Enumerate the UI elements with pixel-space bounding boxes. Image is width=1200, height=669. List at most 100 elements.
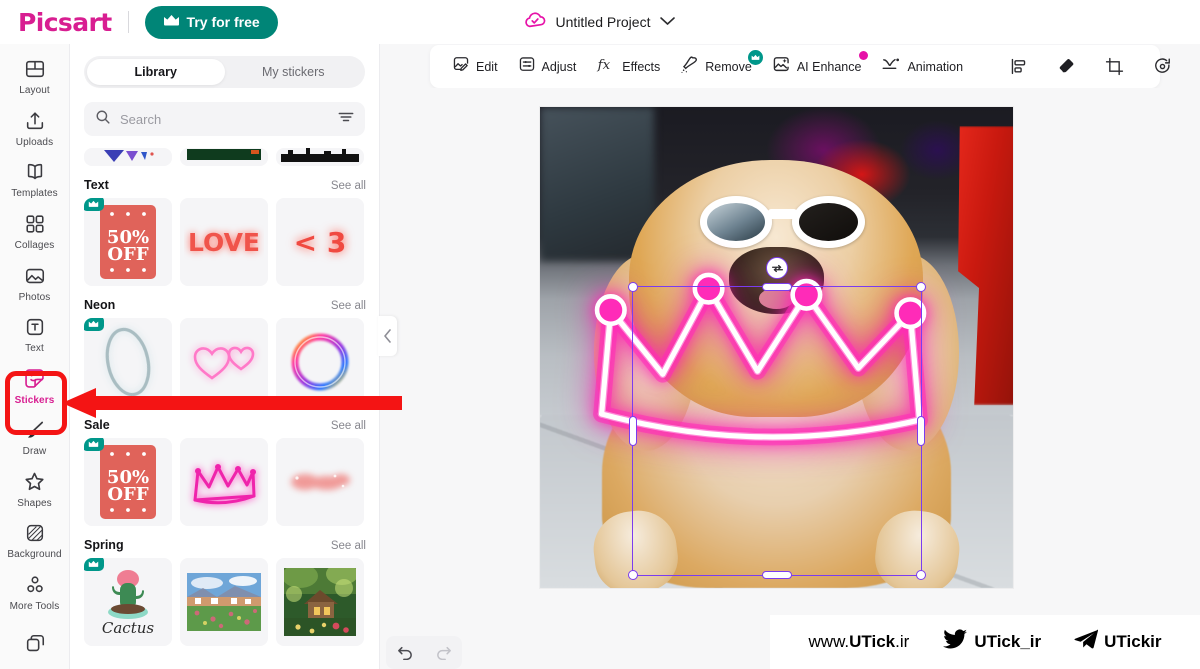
- sidebar-item-photos[interactable]: Photos: [3, 258, 67, 308]
- toolbar-label: Effects: [622, 59, 661, 74]
- sticker-tile-rainbow-circle[interactable]: [276, 318, 364, 406]
- sidebar-item-collages[interactable]: Collages: [3, 207, 67, 257]
- section-header-neon: Neon See all: [70, 286, 379, 318]
- sidebar-item-uploads[interactable]: Uploads: [3, 104, 67, 154]
- sidebar-label: Photos: [18, 291, 51, 303]
- toolbar-label: Remove: [705, 59, 752, 74]
- edit-image-icon: [452, 55, 470, 78]
- watermark-telegram: UTickir: [1074, 629, 1161, 655]
- sticker-tile-butterfly[interactable]: [84, 148, 172, 166]
- svg-text:OFF: OFF: [107, 484, 148, 505]
- sticker-tile-love[interactable]: LOVE: [180, 198, 268, 286]
- sticker-tile-heart-glasses[interactable]: [180, 318, 268, 406]
- section-header-text: Text See all: [70, 166, 379, 198]
- sticker-tile-pink-blur[interactable]: [276, 438, 364, 526]
- sticker-tile-cactus[interactable]: Cactus: [84, 558, 172, 646]
- panel-collapse-button[interactable]: [378, 316, 397, 356]
- section-title: Neon: [84, 298, 116, 312]
- search-input[interactable]: [120, 111, 329, 127]
- watermark-website: www.UTick.ir: [809, 632, 910, 652]
- section-title: Text: [84, 178, 109, 192]
- project-title[interactable]: Untitled Project: [556, 14, 651, 30]
- sidebar-item-stickers[interactable]: Stickers: [3, 361, 67, 411]
- section-title: Sale: [84, 418, 110, 432]
- sticker-tile-50-off[interactable]: 50% OFF: [84, 198, 172, 286]
- filter-icon[interactable]: [338, 110, 354, 129]
- sunglasses-bridge: [767, 209, 798, 219]
- premium-badge: [84, 318, 104, 331]
- sticker-tile-neon-crown[interactable]: [180, 438, 268, 526]
- duplicate-icon: [24, 632, 46, 656]
- sticker-row-partial: [70, 148, 379, 166]
- toolbar-effects-button[interactable]: fx Effects: [586, 52, 670, 82]
- sticker-tile-less-than-3[interactable]: < 3: [276, 198, 364, 286]
- picsart-logo[interactable]: Picsart: [18, 8, 112, 37]
- svg-text:OFF: OFF: [107, 244, 148, 265]
- sticker-tile-skyline[interactable]: [276, 148, 364, 166]
- redo-button[interactable]: [428, 640, 458, 666]
- chevron-down-icon[interactable]: [659, 13, 675, 31]
- history-controls: [386, 636, 462, 669]
- sidebar-label: More Tools: [9, 601, 60, 613]
- duplicate-button[interactable]: [1193, 50, 1200, 84]
- sidebar-item-background[interactable]: Background: [3, 516, 67, 566]
- telegram-handle: UTickir: [1104, 632, 1162, 651]
- premium-badge: [84, 198, 104, 211]
- neon-crown-layer[interactable]: [568, 242, 965, 473]
- telegram-plane-icon: [1074, 629, 1099, 655]
- align-button[interactable]: [1001, 50, 1035, 84]
- sticker-tile-50-off-sale[interactable]: 50% OFF: [84, 438, 172, 526]
- site-bold: UTick: [849, 632, 896, 651]
- undo-button[interactable]: [390, 640, 420, 666]
- toolbar-remove-button[interactable]: Remove: [670, 49, 763, 82]
- remove-bg-icon: [680, 55, 699, 79]
- see-all-link-sale[interactable]: See all: [331, 420, 366, 432]
- left-tool-rail: Layout Uploads Templates Collages Photos…: [0, 44, 70, 669]
- photos-icon: [24, 264, 46, 288]
- crop-button[interactable]: [1097, 50, 1131, 84]
- rotate-handle[interactable]: [766, 257, 788, 279]
- sidebar-item-more-tools[interactable]: More Tools: [3, 568, 67, 618]
- sidebar-item-draw[interactable]: Draw: [3, 413, 67, 463]
- section-header-spring: Spring See all: [70, 526, 379, 558]
- sidebar-label: Background: [7, 549, 62, 561]
- sidebar-item-layout[interactable]: Layout: [3, 52, 67, 102]
- sticker-tile-meadow-photo[interactable]: [180, 558, 268, 646]
- toolbar-animation-button[interactable]: Animation: [871, 52, 973, 82]
- sticker-tile-garden-cottage[interactable]: [276, 558, 364, 646]
- sidebar-item-templates[interactable]: Templates: [3, 155, 67, 205]
- premium-badge: [747, 49, 763, 65]
- canvas[interactable]: [540, 107, 1013, 588]
- svg-text:LOVE: LOVE: [188, 228, 260, 257]
- tab-my-stickers[interactable]: My stickers: [225, 59, 363, 85]
- stickers-panel: Library My stickers Search Text See all …: [70, 44, 380, 669]
- editor-stage[interactable]: [400, 88, 1200, 669]
- see-all-link-neon[interactable]: See all: [331, 300, 366, 312]
- toolbar-ai-enhance-button[interactable]: AI Enhance: [762, 50, 872, 82]
- sticker-sections-scroller[interactable]: Text See all 50% OFF LOVE < 3 Neon See a…: [70, 148, 379, 669]
- see-all-link-spring[interactable]: See all: [331, 540, 366, 552]
- more-tools-icon: [24, 573, 46, 597]
- toolbar-adjust-button[interactable]: Adjust: [508, 52, 587, 82]
- sticker-row-spring: Cactus: [70, 558, 379, 646]
- toolbar-edit-button[interactable]: Edit: [442, 52, 508, 82]
- tab-library[interactable]: Library: [87, 59, 225, 85]
- sidebar-item-overflow[interactable]: [3, 619, 67, 669]
- upload-icon: [24, 109, 46, 133]
- project-title-area[interactable]: Untitled Project: [525, 0, 676, 44]
- try-for-free-label: Try for free: [186, 14, 260, 30]
- svg-text:fx: fx: [597, 58, 611, 73]
- section-header-next: [70, 646, 379, 664]
- sidebar-item-shapes[interactable]: Shapes: [3, 465, 67, 515]
- layout-icon: [24, 57, 46, 81]
- flip-button[interactable]: [1145, 50, 1179, 84]
- eraser-button[interactable]: [1049, 50, 1083, 84]
- sidebar-item-text[interactable]: Text: [3, 310, 67, 360]
- sticker-tile-banner[interactable]: [180, 148, 268, 166]
- try-for-free-button[interactable]: Try for free: [144, 5, 278, 39]
- sidebar-label: Draw: [22, 446, 47, 458]
- sticker-search-bar[interactable]: [84, 102, 365, 136]
- toolbar-label: Animation: [907, 59, 964, 74]
- sticker-tile-neon-ring[interactable]: [84, 318, 172, 406]
- see-all-link-text[interactable]: See all: [331, 180, 366, 192]
